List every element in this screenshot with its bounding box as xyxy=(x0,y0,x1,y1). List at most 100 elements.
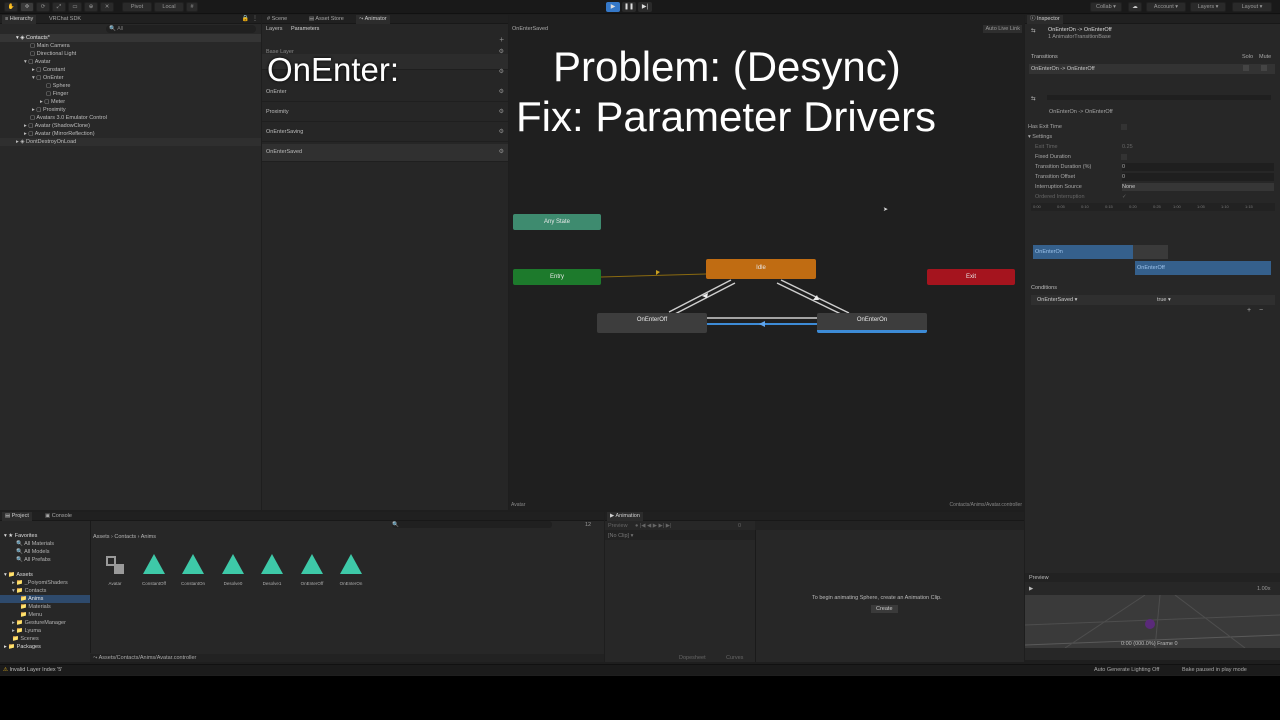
cloud-icon[interactable]: ☁ xyxy=(1128,2,1142,12)
hierarchy-item[interactable]: ▾ ▢ OnEnter xyxy=(32,74,64,82)
tab-animation[interactable]: ▶ Animation xyxy=(607,512,643,521)
hierarchy-item[interactable]: ▢ Avatars 3.0 Emulator Control xyxy=(30,114,107,122)
param-row[interactable] xyxy=(262,104,508,122)
asset-anim-clip[interactable]: ConstantOff xyxy=(137,552,171,590)
folder-item[interactable]: ▾ 📁 Contacts xyxy=(12,587,46,595)
idle-off-line[interactable] xyxy=(672,282,736,316)
transform-tool-icon[interactable]: ⊕ xyxy=(84,2,98,12)
onenteroff-node[interactable]: OnEnterOff xyxy=(597,313,707,333)
exit-time-value[interactable]: 0.25 xyxy=(1122,143,1133,151)
menu-icon[interactable]: ⋮ xyxy=(252,15,258,22)
move-tool-icon[interactable]: ✥ xyxy=(20,2,34,12)
animation-preview-toggle[interactable]: Preview xyxy=(608,522,628,530)
gear-icon[interactable]: ⚙ xyxy=(499,48,504,55)
tab-scene[interactable]: # Scene xyxy=(264,15,290,24)
tab-inspector[interactable]: ⓘ Inspector xyxy=(1027,15,1063,24)
hierarchy-item[interactable]: ▸ ▢ Constant xyxy=(32,66,65,74)
folder-item[interactable]: ▸ 📁 _PoiyomiShaders xyxy=(12,579,68,587)
ordered-interruption-checkbox[interactable]: ✓ xyxy=(1122,193,1127,201)
add-parameter-icon[interactable]: + xyxy=(499,35,504,44)
favorites-foldout[interactable]: ▾ ★ Favorites xyxy=(4,532,37,540)
entry-node[interactable]: Entry xyxy=(513,269,601,285)
exit-node[interactable]: Exit xyxy=(927,269,1015,285)
fixed-duration-checkbox[interactable] xyxy=(1121,154,1127,160)
condition-param-select[interactable]: OnEnterSaved ▾ xyxy=(1037,296,1153,304)
any-state-node[interactable]: Any State xyxy=(513,214,601,230)
grid-snap-icon[interactable]: # xyxy=(186,2,198,12)
animation-ruler[interactable] xyxy=(755,521,1024,530)
tab-asset-store[interactable]: ▤ Asset Store xyxy=(306,15,347,24)
idle-node[interactable]: Idle xyxy=(706,259,816,279)
hierarchy-item[interactable]: ▸ ▢ Proximity xyxy=(32,106,66,114)
favorite-item[interactable]: 🔍 All Materials xyxy=(16,540,54,548)
account-dropdown[interactable]: Account ▾ xyxy=(1146,2,1186,12)
add-condition-icon[interactable]: + xyxy=(1247,307,1251,315)
hierarchy-item[interactable]: ▢ Directional Light xyxy=(30,50,76,58)
gear-icon[interactable]: ⚙ xyxy=(499,108,504,115)
tab-console[interactable]: ▣ Console xyxy=(42,512,75,521)
gear-icon[interactable]: ⚙ xyxy=(499,128,504,135)
hierarchy-item[interactable]: ▾ ▢ Avatar xyxy=(24,58,51,66)
pause-button[interactable]: ❚❚ xyxy=(622,2,636,12)
hierarchy-item[interactable]: ▸ ▢ Avatar (ShadowClone) xyxy=(24,122,90,130)
preview-play-button[interactable]: ▶ xyxy=(1029,585,1033,593)
status-warning[interactable]: ⚠ Invalid Layer Index '5' xyxy=(3,666,62,674)
off-idle-line[interactable] xyxy=(668,279,732,313)
hierarchy-item[interactable]: ▢ Main Camera xyxy=(30,42,70,50)
tab-animator[interactable]: ⤳ Animator xyxy=(356,15,390,24)
folder-item[interactable]: 📁 Materials xyxy=(20,603,51,611)
folder-item[interactable]: 📁 Anims xyxy=(20,595,43,603)
packages-foldout[interactable]: ▸ 📁 Packages xyxy=(4,643,41,651)
hierarchy-item-scene[interactable]: ▾ ◈ Contacts* xyxy=(16,34,50,42)
transition-duration-input[interactable]: 0 xyxy=(1122,163,1274,171)
remove-condition-icon[interactable]: − xyxy=(1259,307,1263,315)
tab-project[interactable]: ▤ Project xyxy=(2,512,32,521)
asset-anim-clip[interactable]: OnEnterOn xyxy=(334,552,368,590)
asset-anim-clip[interactable]: Desolve0 xyxy=(216,552,250,590)
scale-tool-icon[interactable]: ⤢ xyxy=(52,2,66,12)
folder-item-selected[interactable] xyxy=(0,595,90,603)
breadcrumb-item[interactable]: Contacts xyxy=(114,534,136,540)
folder-item[interactable]: ▸ 📁 Lyuma xyxy=(12,627,41,635)
hierarchy-item[interactable]: ▸ ◈ DontDestroyOnLoad xyxy=(16,138,76,146)
pivot-toggle[interactable]: Pivot xyxy=(122,2,152,12)
frame-input[interactable]: 0 xyxy=(738,522,741,530)
preview-speed[interactable]: 1.00x xyxy=(1257,585,1270,593)
asset-animator-controller[interactable]: Avatar xyxy=(98,552,132,590)
settings-foldout[interactable]: ▾ Settings xyxy=(1028,133,1052,141)
gear-icon[interactable]: ⚙ xyxy=(499,88,504,95)
local-toggle[interactable]: Local xyxy=(154,2,184,12)
favorite-item[interactable]: 🔍 All Prefabs xyxy=(16,556,51,564)
layers-dropdown[interactable]: Layers ▾ xyxy=(1190,2,1226,12)
hierarchy-item[interactable]: ▢ Finger xyxy=(46,90,68,98)
custom-tool-icon[interactable]: ✕ xyxy=(100,2,114,12)
mute-checkbox[interactable] xyxy=(1261,65,1267,71)
idle-on-line[interactable] xyxy=(780,279,850,314)
folder-item[interactable]: 📁 Scenes xyxy=(12,635,39,643)
assets-foldout[interactable]: ▾ 📁 Assets xyxy=(4,571,33,579)
onenteron-node[interactable]: OnEnterOn xyxy=(817,313,927,333)
layout-dropdown[interactable]: Layout ▾ xyxy=(1232,2,1272,12)
has-exit-time-checkbox[interactable] xyxy=(1121,124,1127,130)
collab-button[interactable]: Collab ▾ xyxy=(1090,2,1122,12)
breadcrumb-item[interactable]: Anims xyxy=(141,534,156,540)
subtab-layers[interactable]: Layers xyxy=(266,25,283,33)
condition-value-select[interactable]: true ▾ xyxy=(1157,296,1273,304)
create-clip-button[interactable]: Create xyxy=(871,605,898,613)
dopesheet-tab[interactable]: Dopesheet xyxy=(679,654,706,662)
solo-checkbox[interactable] xyxy=(1243,65,1249,71)
favorite-item[interactable]: 🔍 All Models xyxy=(16,548,49,556)
tab-vrchat-sdk[interactable]: VRChat SDK xyxy=(46,15,84,24)
hand-tool-icon[interactable]: ✋ xyxy=(4,2,18,12)
asset-anim-clip[interactable]: ConstantOn xyxy=(176,552,210,590)
clip-select[interactable]: [No Clip] ▾ xyxy=(608,532,633,540)
asset-anim-clip[interactable]: Desolve1 xyxy=(255,552,289,590)
breadcrumb-item[interactable]: Assets xyxy=(93,534,110,540)
interruption-source-select[interactable]: None xyxy=(1122,183,1274,191)
asset-anim-clip[interactable]: OnEnterOff xyxy=(295,552,329,590)
hierarchy-item[interactable]: ▸ ▢ Avatar (MirrorReflection) xyxy=(24,130,95,138)
gear-icon[interactable]: ⚙ xyxy=(499,68,504,75)
folder-item[interactable]: ▸ 📁 GestureManager xyxy=(12,619,66,627)
hierarchy-search-input[interactable]: 🔍 All xyxy=(106,25,256,33)
transition-offset-input[interactable]: 0 xyxy=(1122,173,1274,181)
